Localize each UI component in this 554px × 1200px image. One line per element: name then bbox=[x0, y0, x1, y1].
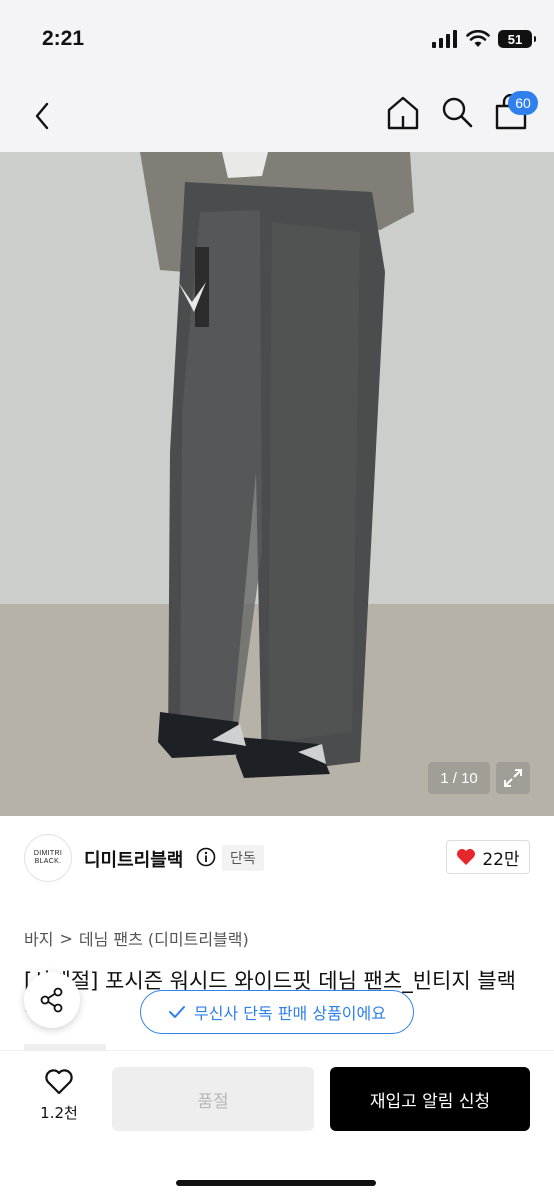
wish-count: 1.2천 bbox=[40, 1104, 78, 1122]
product-image[interactable] bbox=[0, 152, 554, 816]
brand-name[interactable]: 디미트리블랙 bbox=[84, 846, 183, 872]
home-indicator bbox=[176, 1180, 376, 1186]
check-icon bbox=[169, 1006, 186, 1018]
toast-text: 무신사 단독 판매 상품이에요 bbox=[194, 1004, 386, 1023]
home-icon bbox=[387, 96, 419, 130]
home-button[interactable] bbox=[384, 94, 422, 136]
like-count: 22만 bbox=[482, 849, 520, 870]
status-icons: 51 bbox=[432, 30, 536, 48]
top-nav bbox=[0, 80, 554, 152]
share-button[interactable] bbox=[24, 972, 80, 1028]
breadcrumb: 바지 > 데님 팬츠 (디미트리블랙) bbox=[24, 926, 249, 950]
heart-filled-icon bbox=[457, 849, 476, 865]
search-icon bbox=[442, 97, 473, 128]
back-button[interactable] bbox=[28, 98, 56, 134]
expand-image-button[interactable] bbox=[496, 762, 530, 794]
share-icon bbox=[40, 987, 63, 1013]
breadcrumb-level2[interactable]: 데님 팬츠 (디미트리블랙) bbox=[79, 926, 249, 950]
brand-info-button[interactable] bbox=[196, 847, 216, 871]
brand-like-button[interactable]: 22만 bbox=[446, 840, 530, 874]
restock-alert-button[interactable]: 재입고 알림 신청 bbox=[330, 1067, 530, 1131]
brand-logo[interactable]: DIMITRI BLACK. bbox=[24, 834, 72, 882]
cart-count-badge: 60 bbox=[508, 91, 538, 115]
exclusive-toast: 무신사 단독 판매 상품이에요 bbox=[140, 990, 414, 1034]
battery-icon: 51 bbox=[498, 30, 536, 48]
product-photo bbox=[0, 152, 554, 816]
search-button[interactable] bbox=[440, 94, 474, 136]
status-time: 2:21 bbox=[42, 27, 85, 50]
heart-outline-icon bbox=[45, 1069, 73, 1095]
image-pager: 1 / 10 bbox=[428, 762, 490, 794]
wishlist-button[interactable]: 1.2천 bbox=[30, 1068, 88, 1123]
info-icon bbox=[196, 847, 216, 867]
cellular-signal-icon bbox=[432, 30, 457, 48]
status-bar: 2:21 51 bbox=[0, 0, 554, 80]
exclusive-badge: 단독 bbox=[222, 845, 264, 871]
chevron-left-icon bbox=[35, 102, 49, 130]
soldout-button[interactable]: 품절 bbox=[112, 1067, 314, 1131]
breadcrumb-level1[interactable]: 바지 bbox=[24, 926, 53, 950]
breadcrumb-separator: > bbox=[59, 928, 73, 948]
brand-logo-line2: BLACK. bbox=[34, 858, 62, 865]
wifi-icon bbox=[466, 30, 490, 47]
brand-logo-line1: DIMITRI bbox=[33, 850, 63, 857]
expand-icon bbox=[504, 769, 522, 787]
